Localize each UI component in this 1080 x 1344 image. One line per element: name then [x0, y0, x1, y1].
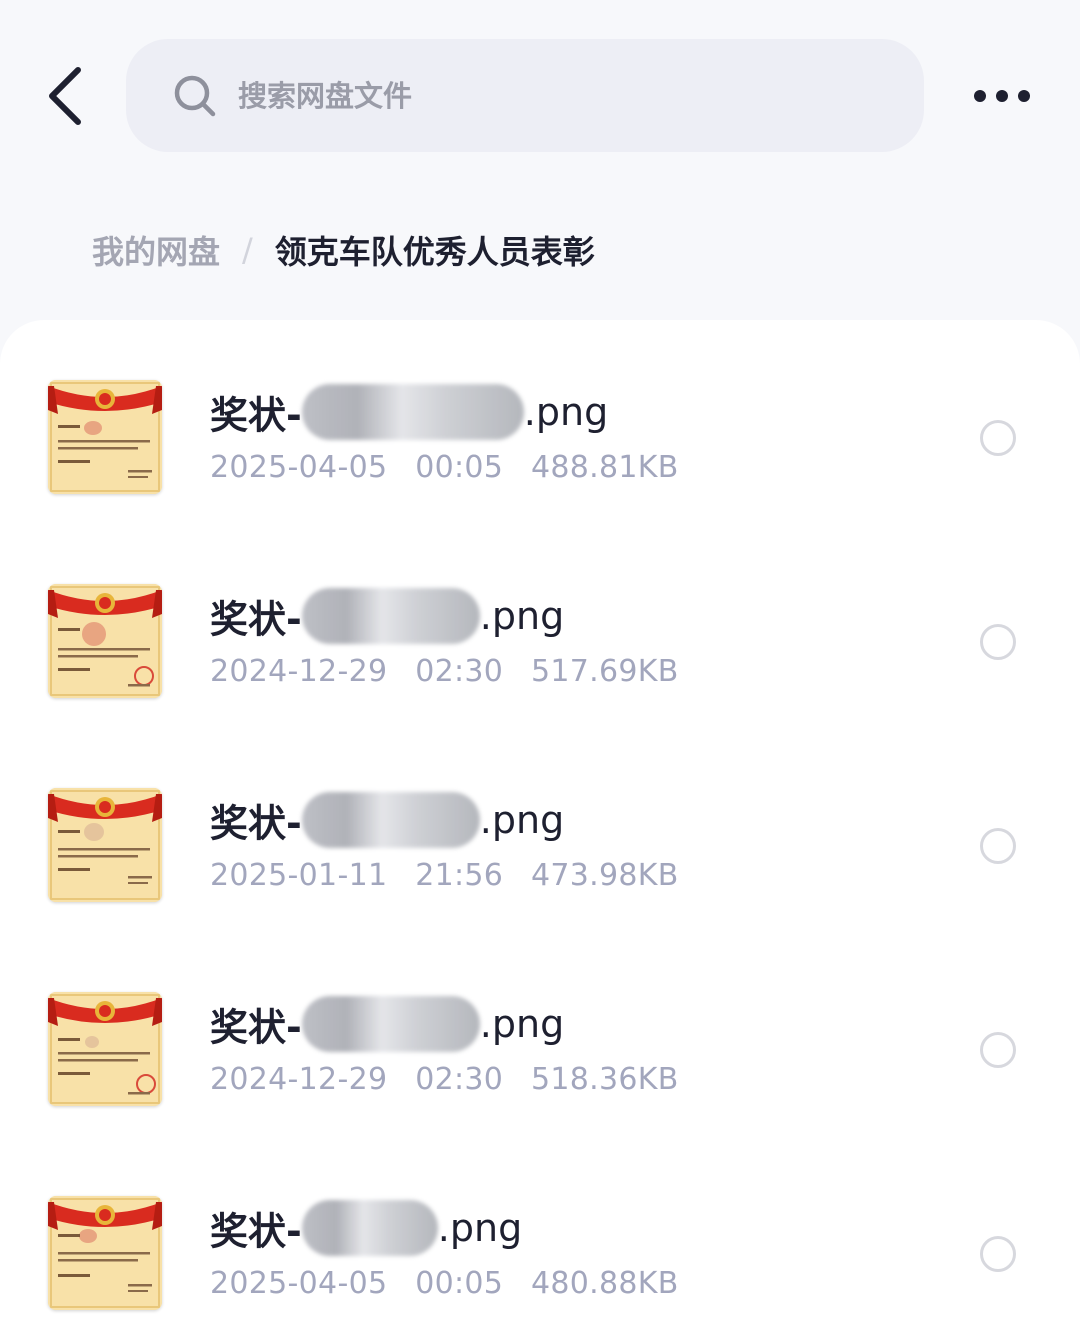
chevron-left-icon: [49, 67, 81, 125]
file-item[interactable]: 奖状- .png 2025-04-05 00:05 480.88KB: [0, 1136, 1080, 1340]
file-date: 2025-04-05: [210, 450, 388, 485]
file-date: 2024-12-29: [210, 654, 388, 689]
redacted-name: [301, 588, 480, 644]
certificate-thumbnail-image: [48, 584, 162, 698]
certificate-thumbnail: [48, 788, 162, 902]
file-list: 奖状- .png 2025-04-05 00:05 488.81KB 奖状- .…: [0, 320, 1080, 1344]
redacted-name: [301, 1200, 438, 1256]
redacted-name: [301, 996, 480, 1052]
file-name: 奖状- .png: [210, 792, 564, 848]
certificate-thumbnail-image: [48, 1196, 162, 1310]
file-item[interactable]: 奖状- .png 2025-04-05 00:05 488.81KB: [0, 320, 1080, 524]
certificate-thumbnail: [48, 1196, 162, 1310]
breadcrumb-separator: /: [242, 231, 253, 269]
file-time: 00:05: [415, 1266, 504, 1301]
certificate-thumbnail-image: [48, 380, 162, 494]
certificate-thumbnail: [48, 992, 162, 1106]
file-item[interactable]: 奖状- .png 2024-12-29 02:30 518.36KB: [0, 932, 1080, 1136]
file-name: 奖状- .png: [210, 996, 564, 1052]
more-horizontal-icon: [974, 90, 1030, 102]
file-meta: 2025-01-11 21:56 473.98KB: [210, 858, 697, 893]
select-radio[interactable]: [980, 828, 1016, 864]
search-bar[interactable]: [126, 39, 924, 152]
file-item[interactable]: 奖状- .png 2025-01-11 21:56 473.98KB: [0, 728, 1080, 932]
file-meta: 2025-04-05 00:05 480.88KB: [210, 1266, 697, 1301]
certificate-thumbnail-image: [48, 992, 162, 1106]
certificate-thumbnail-image: [48, 788, 162, 902]
breadcrumb-root[interactable]: 我的网盘: [92, 227, 220, 273]
breadcrumb: 我的网盘 / 领克车队优秀人员表彰: [92, 222, 595, 278]
file-date: 2024-12-29: [210, 1062, 388, 1097]
file-date: 2025-04-05: [210, 1266, 388, 1301]
file-size: 517.69KB: [531, 654, 679, 689]
file-time: 02:30: [415, 654, 504, 689]
certificate-thumbnail: [48, 380, 162, 494]
file-size: 480.88KB: [531, 1266, 679, 1301]
search-icon: [174, 75, 216, 117]
certificate-thumbnail: [48, 584, 162, 698]
more-options-button[interactable]: [968, 78, 1036, 114]
redacted-name: [301, 792, 480, 848]
file-name: 奖状- .png: [210, 384, 608, 440]
file-time: 00:05: [415, 450, 504, 485]
top-bar: [0, 0, 1080, 190]
select-radio[interactable]: [980, 624, 1016, 660]
file-time: 21:56: [415, 858, 504, 893]
file-time: 02:30: [415, 1062, 504, 1097]
select-radio[interactable]: [980, 1032, 1016, 1068]
select-radio[interactable]: [980, 420, 1016, 456]
file-size: 473.98KB: [531, 858, 679, 893]
file-meta: 2025-04-05 00:05 488.81KB: [210, 450, 697, 485]
back-button[interactable]: [40, 62, 100, 130]
file-item[interactable]: 奖状- .png 2024-12-29 02:30 517.69KB: [0, 524, 1080, 728]
file-size: 488.81KB: [531, 450, 679, 485]
select-radio[interactable]: [980, 1236, 1016, 1272]
file-meta: 2024-12-29 02:30 517.69KB: [210, 654, 697, 689]
file-name: 奖状- .png: [210, 1200, 522, 1256]
file-date: 2025-01-11: [210, 858, 388, 893]
file-name: 奖状- .png: [210, 588, 564, 644]
file-meta: 2024-12-29 02:30 518.36KB: [210, 1062, 697, 1097]
search-input[interactable]: [236, 67, 840, 125]
redacted-name: [301, 384, 524, 440]
breadcrumb-current-folder: 领克车队优秀人员表彰: [274, 233, 595, 271]
file-size: 518.36KB: [531, 1062, 679, 1097]
